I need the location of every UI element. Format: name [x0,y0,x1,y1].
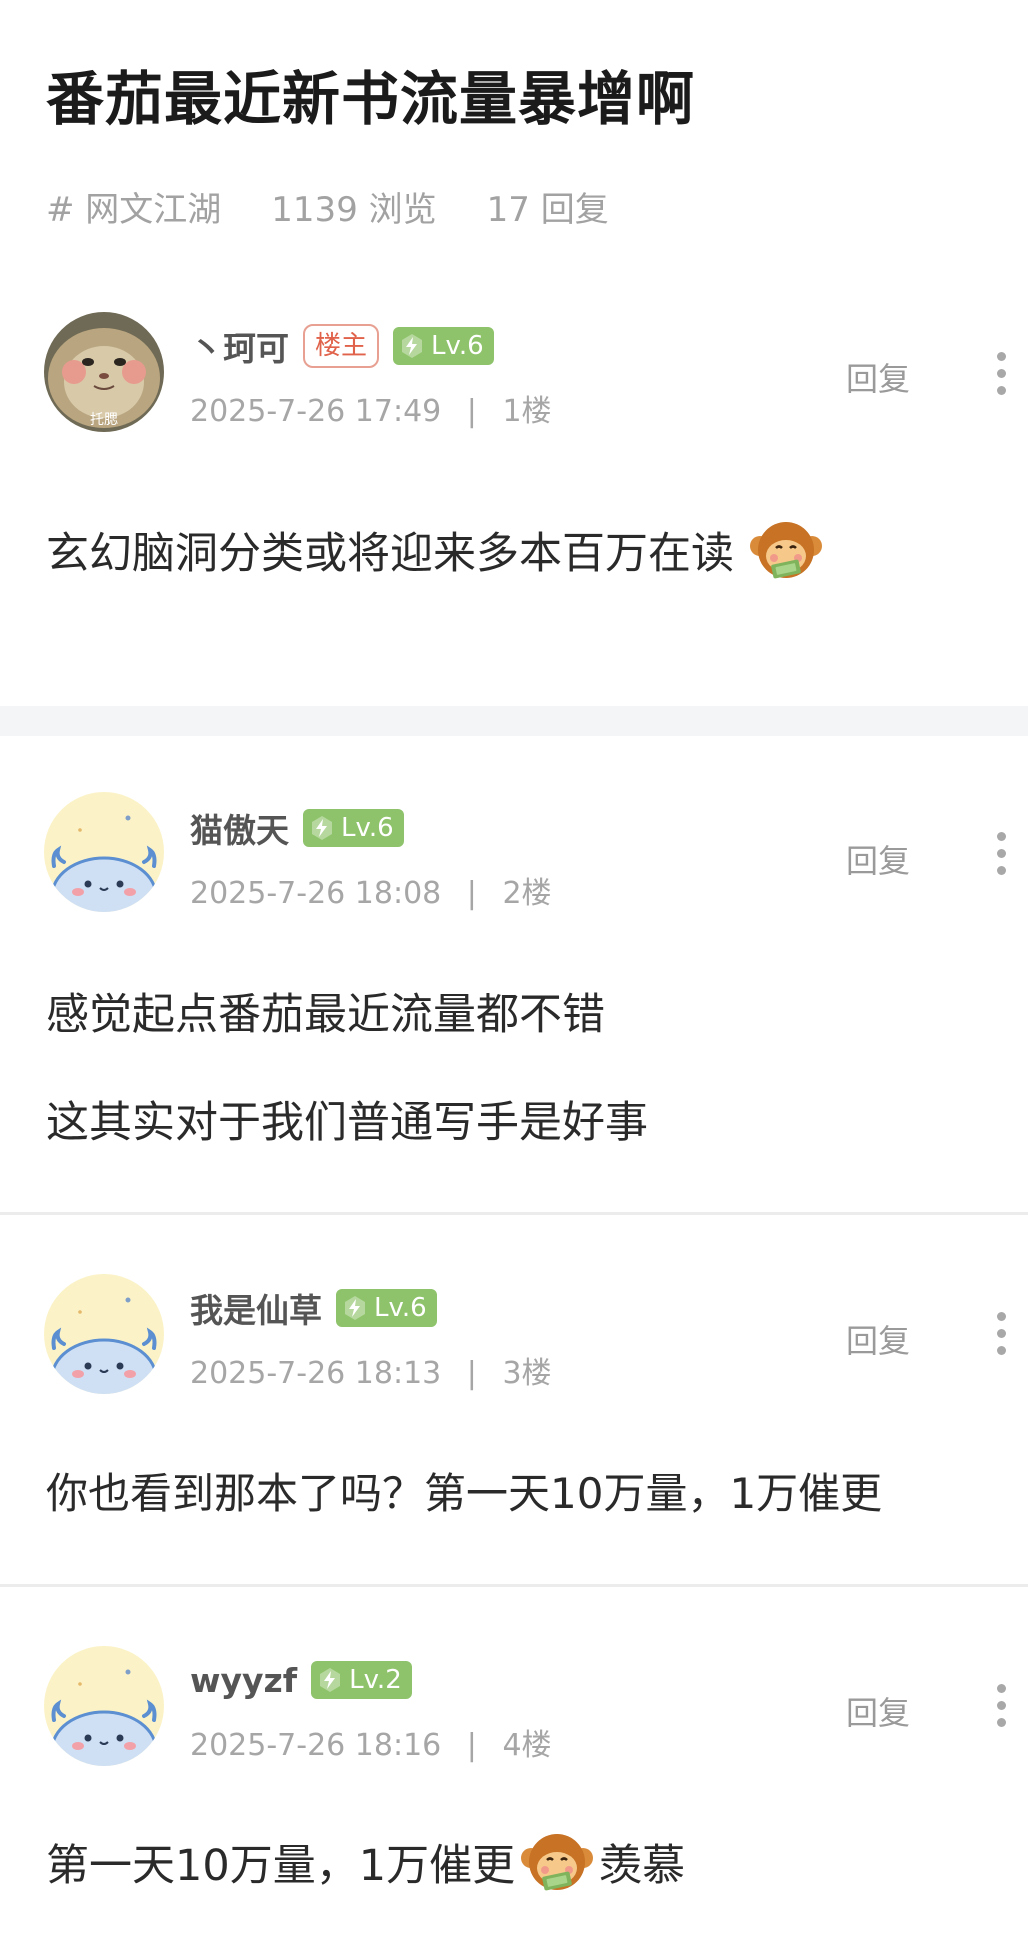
level-badge: Lv.2 [311,1661,412,1699]
post-time-row: 2025-7-26 18:13 | 3楼 [190,1348,552,1392]
blue-dragon-avatar [44,1274,164,1394]
avatar[interactable] [44,1646,164,1766]
avatar[interactable] [44,1274,164,1394]
thread-meta: # 网文江湖 1139 浏览 17 回复 [46,182,609,231]
reply-button[interactable]: 回复 [846,836,910,882]
username[interactable]: 我是仙草 [190,1284,322,1332]
monkey-money-emoji [519,1824,595,1900]
reply-button[interactable]: 回复 [846,1688,910,1734]
lightning-icon [336,1289,374,1327]
avatar-caption: 托腮 [90,412,118,428]
lightning-icon [393,327,431,365]
floor-number: 2楼 [502,876,552,911]
post-time: 2025-7-26 17:49 [190,394,442,429]
lightning-icon [311,1661,349,1699]
author-row: 猫傲天 Lv.6 [190,804,404,852]
content-before-emoji: 第一天10万量，1万催更 [46,1841,516,1891]
more-options-icon[interactable] [990,352,1012,395]
reply-button[interactable]: 回复 [846,354,910,400]
lightning-icon [303,809,341,847]
thread-title: 番茄最近新书流量暴增啊 [46,65,696,133]
author-row: 丶珂可 楼主 Lv.6 [190,322,494,370]
username[interactable]: wyyzf [190,1661,297,1700]
post-time-row: 2025-7-26 18:08 | 2楼 [190,868,552,912]
level-text: Lv.6 [341,813,394,843]
monkey-money-emoji [748,512,824,588]
level-text: Lv.6 [374,1293,427,1323]
level-badge: Lv.6 [336,1289,437,1327]
reply-count: 17 回复 [486,190,609,230]
floor-number: 1楼 [502,394,552,429]
content-line: 感觉起点番茄最近流量都不错 [46,990,605,1040]
post-time: 2025-7-26 18:16 [190,1728,442,1763]
content-line: 这其实对于我们普通写手是好事 [46,1098,648,1148]
author-row: wyyzf Lv.2 [190,1656,412,1704]
post-content: 第一天10万量，1万催更 羡慕 [46,1824,685,1900]
separator: | [466,1356,477,1391]
hamster-photo-avatar: 托腮 [44,312,164,432]
thread-page: 番茄最近新书流量暴增啊 # 网文江湖 1139 浏览 17 回复 托腮 丶珂可 … [0,0,1028,1958]
post-time: 2025-7-26 18:08 [190,876,442,911]
content-line: 你也看到那本了吗？第一天10万量，1万催更 [46,1469,883,1518]
more-options-icon[interactable] [990,1684,1012,1727]
op-badge: 楼主 [303,324,380,368]
more-options-icon[interactable] [990,832,1012,875]
reply-button[interactable]: 回复 [846,1316,910,1362]
post-time-row: 2025-7-26 18:16 | 4楼 [190,1720,552,1764]
separator: | [466,394,477,429]
more-options-icon[interactable] [990,1312,1012,1355]
floor-number: 4楼 [502,1728,552,1763]
post-content-line-2: 这其实对于我们普通写手是好事 [46,1088,648,1150]
post-content: 玄幻脑洞分类或将迎来多本百万在读 [46,512,828,588]
level-text: Lv.6 [431,331,484,361]
blue-dragon-avatar [44,792,164,912]
avatar[interactable]: 托腮 [44,312,164,432]
separator: | [466,876,477,911]
level-text: Lv.2 [349,1665,402,1695]
username[interactable]: 猫傲天 [190,804,289,852]
level-badge: Lv.6 [393,327,494,365]
content-after-emoji: 羡慕 [599,1841,686,1891]
avatar[interactable] [44,792,164,912]
level-badge: Lv.6 [303,809,404,847]
post-content: 你也看到那本了吗？第一天10万量，1万催更 [46,1460,882,1521]
author-row: 我是仙草 Lv.6 [190,1284,437,1332]
content-line: 玄幻脑洞分类或将迎来多本百万在读 [46,529,734,579]
section-divider [0,706,1028,736]
post-divider [0,1584,1028,1587]
post-content-line-1: 感觉起点番茄最近流量都不错 [46,980,605,1042]
floor-number: 3楼 [502,1356,552,1391]
post-divider [0,1212,1028,1215]
separator: | [466,1728,477,1763]
thread-tag[interactable]: # 网文江湖 [46,182,221,231]
post-time: 2025-7-26 18:13 [190,1356,442,1391]
username[interactable]: 丶珂可 [190,322,289,370]
view-count: 1139 浏览 [271,190,437,230]
blue-dragon-avatar [44,1646,164,1766]
post-time-row: 2025-7-26 17:49 | 1楼 [190,386,552,430]
